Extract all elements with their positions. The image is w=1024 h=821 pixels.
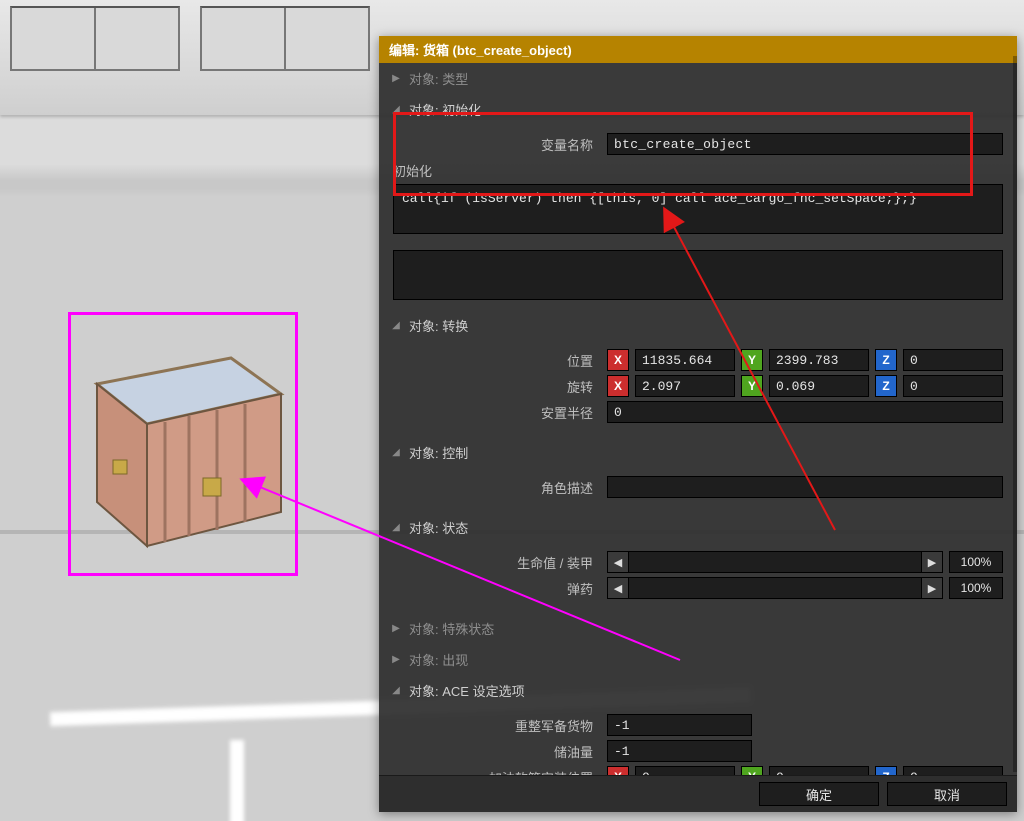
hp-decrease-button[interactable]: ◀ xyxy=(607,551,629,573)
axis-x-label: X xyxy=(607,349,629,371)
section-type-header[interactable]: ▶ 对象: 类型 xyxy=(379,63,1017,94)
hose-z-input[interactable] xyxy=(903,766,1003,775)
hose-label: 加油软管安装位置 xyxy=(393,768,601,776)
fuel-label: 储油量 xyxy=(393,742,601,761)
section-type-title: 对象: 类型 xyxy=(409,69,468,88)
section-control-header[interactable]: ◢ 对象: 控制 xyxy=(379,437,1017,468)
position-z-input[interactable] xyxy=(903,349,1003,371)
placement-radius-label: 安置半径 xyxy=(393,403,601,422)
rotation-y-input[interactable] xyxy=(769,375,869,397)
panel-footer: 确定 取消 xyxy=(379,775,1017,812)
scrollbar[interactable] xyxy=(1013,56,1017,772)
init-code-input[interactable]: call{if (isServer) then {[this, 0] call … xyxy=(393,184,1003,234)
chevron-down-icon: ◢ xyxy=(391,522,401,533)
axis-y-label: Y xyxy=(741,375,763,397)
hose-y-input[interactable] xyxy=(769,766,869,775)
section-transform-header[interactable]: ◢ 对象: 转换 xyxy=(379,310,1017,341)
chevron-right-icon: ▶ xyxy=(391,654,401,665)
window xyxy=(200,6,370,71)
section-state-body: 生命值 / 装甲 ◀ ▶ 100% 弹药 ◀ ▶ 100% xyxy=(379,543,1017,613)
hp-slider[interactable] xyxy=(629,551,921,573)
rotation-x-input[interactable] xyxy=(635,375,735,397)
axis-z-label: Z xyxy=(875,375,897,397)
chevron-down-icon: ◢ xyxy=(391,320,401,331)
section-control-body: 角色描述 xyxy=(379,468,1017,512)
parking-line xyxy=(230,740,244,821)
chevron-down-icon: ◢ xyxy=(391,447,401,458)
chevron-down-icon: ◢ xyxy=(391,685,401,696)
section-ace-title: 对象: ACE 设定选项 xyxy=(409,681,525,700)
section-init-body: 变量名称 初始化 call{if (isServer) then {[this,… xyxy=(379,125,1017,310)
section-init-title: 对象: 初始化 xyxy=(409,100,481,119)
section-state-header[interactable]: ◢ 对象: 状态 xyxy=(379,512,1017,543)
section-state-title: 对象: 状态 xyxy=(409,518,468,537)
section-ace-header[interactable]: ◢ 对象: ACE 设定选项 xyxy=(379,675,1017,706)
varname-label: 变量名称 xyxy=(393,135,601,154)
section-special-header[interactable]: ▶ 对象: 特殊状态 xyxy=(379,613,1017,644)
rotation-label: 旋转 xyxy=(393,377,601,396)
axis-y-label: Y xyxy=(741,766,763,775)
ammo-decrease-button[interactable]: ◀ xyxy=(607,577,629,599)
varname-input[interactable] xyxy=(607,133,1003,155)
axis-x-label: X xyxy=(607,766,629,775)
editor-panel: 编辑: 货箱 (btc_create_object) ▶ 对象: 类型 ◢ 对象… xyxy=(379,36,1017,812)
hp-increase-button[interactable]: ▶ xyxy=(921,551,943,573)
init-label: 初始化 xyxy=(393,161,1003,180)
hp-label: 生命值 / 装甲 xyxy=(393,553,601,572)
window-title: 编辑: 货箱 (btc_create_object) xyxy=(379,36,1017,63)
axis-x-label: X xyxy=(607,375,629,397)
rearm-label: 重整军备货物 xyxy=(393,716,601,735)
section-presence-title: 对象: 出现 xyxy=(409,650,468,669)
axis-y-label: Y xyxy=(741,349,763,371)
cancel-button[interactable]: 取消 xyxy=(887,782,1007,806)
ammo-increase-button[interactable]: ▶ xyxy=(921,577,943,599)
ok-button[interactable]: 确定 xyxy=(759,782,879,806)
window xyxy=(10,6,180,71)
init-secondary-box[interactable] xyxy=(393,250,1003,300)
position-label: 位置 xyxy=(393,351,601,370)
ammo-slider[interactable] xyxy=(629,577,921,599)
ammo-percent: 100% xyxy=(949,577,1003,599)
chevron-down-icon: ◢ xyxy=(391,104,401,115)
section-presence-header[interactable]: ▶ 对象: 出现 xyxy=(379,644,1017,675)
role-description-input[interactable] xyxy=(607,476,1003,498)
section-transform-body: 位置 X Y Z 旋转 X Y Z 安置半径 xyxy=(379,341,1017,437)
position-y-input[interactable] xyxy=(769,349,869,371)
section-control-title: 对象: 控制 xyxy=(409,443,468,462)
section-transform-title: 对象: 转换 xyxy=(409,316,468,335)
fuel-input[interactable] xyxy=(607,740,752,762)
section-ace-body: 重整军备货物 储油量 加油软管安装位置 X Y Z 是维修设施 货物 xyxy=(379,706,1017,775)
role-description-label: 角色描述 xyxy=(393,478,601,497)
panel-content: ▶ 对象: 类型 ◢ 对象: 初始化 变量名称 初始化 call{if (isS… xyxy=(379,63,1017,775)
axis-z-label: Z xyxy=(875,349,897,371)
section-special-title: 对象: 特殊状态 xyxy=(409,619,494,638)
ammo-label: 弹药 xyxy=(393,579,601,598)
hp-percent: 100% xyxy=(949,551,1003,573)
rearm-input[interactable] xyxy=(607,714,752,736)
chevron-right-icon: ▶ xyxy=(391,73,401,84)
placement-radius-input[interactable] xyxy=(607,401,1003,423)
chevron-right-icon: ▶ xyxy=(391,623,401,634)
axis-z-label: Z xyxy=(875,766,897,775)
hose-x-input[interactable] xyxy=(635,766,735,775)
rotation-z-input[interactable] xyxy=(903,375,1003,397)
section-init-header[interactable]: ◢ 对象: 初始化 xyxy=(379,94,1017,125)
position-x-input[interactable] xyxy=(635,349,735,371)
